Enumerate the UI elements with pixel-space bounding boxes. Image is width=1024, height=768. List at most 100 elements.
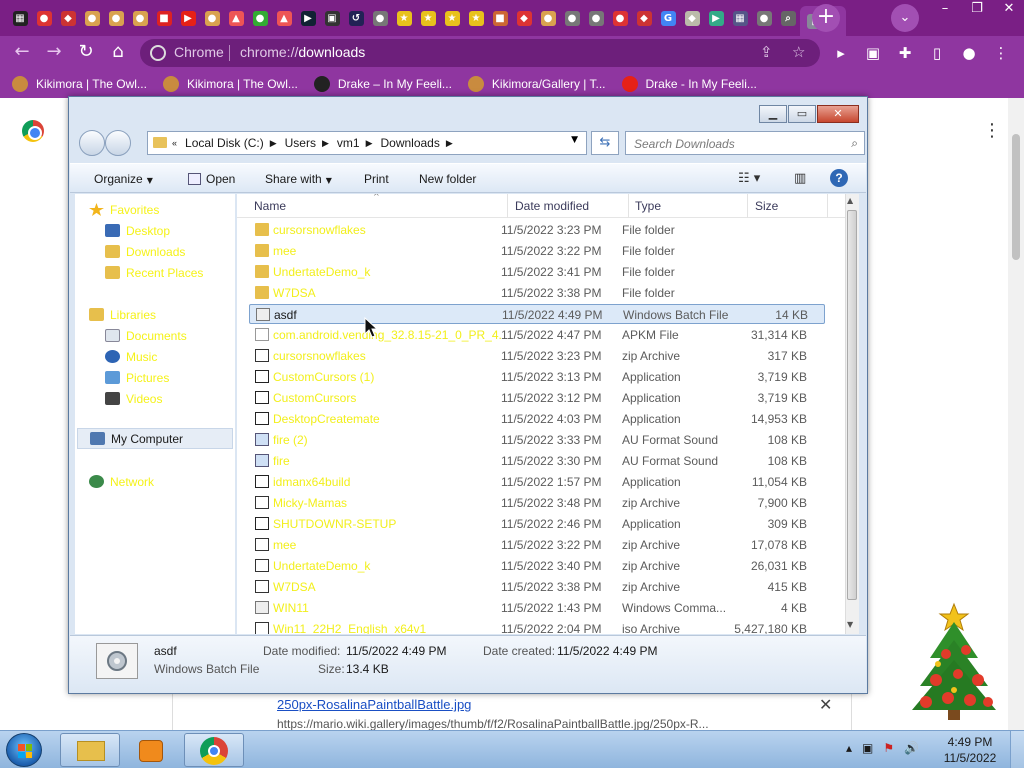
extension-cursor-icon[interactable]: ▸	[830, 42, 852, 64]
browser-tab[interactable]: ▲	[224, 6, 248, 30]
address-bar[interactable]: Chrome chrome://downloads ⇪ ☆	[140, 39, 820, 67]
nav-network[interactable]: Network	[89, 471, 154, 492]
file-row[interactable]: DesktopCreatemate 11/5/2022 4:03 PM Applic…	[249, 409, 825, 429]
explorer-address-bar[interactable]: « Local Disk (C:) ▶ Users ▶ vm1 ▶ Downloads ▶ ▼	[147, 131, 587, 155]
browser-tab[interactable]: ◆	[632, 6, 656, 30]
bookmark-item[interactable]: Kikimora | The Owl...	[162, 76, 298, 92]
browser-tab[interactable]: ●	[560, 6, 584, 30]
bookmark-item[interactable]: Kikimora/Gallery | T...	[467, 76, 606, 92]
extension-image-icon[interactable]: ▣	[862, 42, 884, 64]
flag-tray-icon[interactable]: ⚑	[883, 741, 894, 755]
browser-tab[interactable]: ●	[536, 6, 560, 30]
browser-tab[interactable]: ●	[752, 6, 776, 30]
file-row[interactable]: UndertateDemo_k 11/5/2022 3:41 PM File fol…	[249, 262, 825, 282]
download-file-link[interactable]: 250px-RosalinaPaintballBattle.jpg	[277, 697, 471, 712]
browser-tab[interactable]: ⌕	[776, 6, 800, 30]
file-row[interactable]: WIN11 11/5/2022 1:43 PM Windows Comma... 4 …	[249, 598, 825, 618]
nav-music[interactable]: Music	[105, 346, 157, 367]
volume-icon[interactable]: 🔊	[904, 741, 919, 755]
file-row[interactable]: cursorsnowflakes 11/5/2022 3:23 PM zip Arc…	[249, 346, 825, 366]
browser-tab[interactable]: ↺	[344, 6, 368, 30]
browser-tab[interactable]: ▶	[296, 6, 320, 30]
bookmark-star-icon[interactable]: ☆	[792, 43, 805, 61]
file-row[interactable]: idmanx64build 11/5/2022 1:57 PM Applicatio…	[249, 472, 825, 492]
file-row[interactable]: fire 11/5/2022 3:30 PM AU Format Sound 108 …	[249, 451, 825, 471]
browser-tab[interactable]: ▦	[8, 6, 32, 30]
page-scroll-thumb[interactable]	[1012, 134, 1020, 260]
file-row[interactable]: CustomCursors 11/5/2022 3:12 PM Applicatio…	[249, 388, 825, 408]
back-icon[interactable]: ←	[10, 41, 34, 65]
address-dropdown-icon[interactable]: ▼	[571, 135, 578, 145]
taskbar-chrome[interactable]	[184, 733, 244, 767]
browser-tab[interactable]: ■	[152, 6, 176, 30]
side-panel-icon[interactable]: ▯	[926, 42, 948, 64]
remove-download-icon[interactable]: ✕	[819, 695, 832, 714]
taskbar-explorer[interactable]	[60, 733, 120, 767]
tab-search-button[interactable]: ⌄	[891, 4, 919, 32]
column-name[interactable]: Name	[254, 199, 286, 213]
bookmark-item[interactable]: Drake - In My Feeli...	[621, 76, 757, 92]
browser-tab[interactable]: G	[656, 6, 680, 30]
file-list-scroll-thumb[interactable]	[847, 210, 857, 600]
column-divider[interactable]	[827, 194, 828, 218]
breadcrumb-item[interactable]: Downloads	[380, 136, 439, 151]
profile-avatar-icon[interactable]: ●	[958, 42, 980, 64]
file-row[interactable]: CustomCursors (1) 11/5/2022 3:13 PM Applic…	[249, 367, 825, 387]
column-divider[interactable]	[507, 194, 508, 218]
browser-tab[interactable]: ◆	[56, 6, 80, 30]
preview-pane-icon[interactable]: ▥	[794, 171, 806, 186]
browser-tab[interactable]: ●	[248, 6, 272, 30]
column-divider[interactable]	[747, 194, 748, 218]
browser-tab[interactable]: ★	[416, 6, 440, 30]
search-input[interactable]: Search Downloads ⌕	[625, 131, 865, 155]
file-row[interactable]: Win11_22H2_English_x64v1 11/5/2022 2:04 P…	[249, 619, 825, 634]
browser-tab[interactable]: ★	[464, 6, 488, 30]
breadcrumb-chevron-icon[interactable]: ▶	[366, 136, 373, 151]
network-tray-icon[interactable]: ▣	[862, 741, 873, 755]
search-icon[interactable]: ⌕	[851, 136, 858, 151]
browser-tab[interactable]: ▣	[320, 6, 344, 30]
browser-tab[interactable]: ▶	[704, 6, 728, 30]
chrome-menu-icon[interactable]: ⋮	[990, 42, 1012, 64]
file-row[interactable]: UndertateDemo_k 11/5/2022 3:40 PM zip Arch…	[249, 556, 825, 576]
scroll-down-icon[interactable]: ▼	[847, 620, 853, 629]
nav-pictures[interactable]: Pictures	[105, 367, 169, 388]
bookmark-item[interactable]: Drake – In My Feeli...	[313, 76, 452, 92]
file-row[interactable]: cursorsnowflakes 11/5/2022 3:23 PM File fo…	[249, 220, 825, 240]
breadcrumb-item[interactable]: vm1	[337, 136, 360, 151]
nav-favorites[interactable]: Favorites	[89, 199, 159, 220]
explorer-minimize-button[interactable]: ▁	[759, 105, 787, 123]
browser-tab[interactable]: ◆	[512, 6, 536, 30]
help-icon[interactable]: ?	[830, 169, 848, 187]
print-button[interactable]: Print	[364, 172, 389, 186]
browser-tab[interactable]: ▦	[728, 6, 752, 30]
organize-button[interactable]: Organize ▼	[94, 172, 153, 186]
browser-tab[interactable]: ●	[584, 6, 608, 30]
file-row[interactable]: com.android.vending_32.8.15-21_0_PR_4...…	[249, 325, 825, 345]
taskbar-media-player[interactable]	[122, 733, 182, 767]
restore-icon[interactable]: ❐	[960, 0, 994, 20]
browser-tab[interactable]: ●	[200, 6, 224, 30]
scroll-up-icon[interactable]: ▲	[847, 196, 853, 205]
breadcrumb-item[interactable]: Users	[285, 136, 316, 151]
browser-tab[interactable]: ▶	[176, 6, 200, 30]
browser-tab[interactable]: ★	[392, 6, 416, 30]
new-folder-button[interactable]: New folder	[419, 172, 476, 186]
refresh-icon[interactable]: ⇆	[591, 131, 619, 155]
share-with-button[interactable]: Share with ▼	[265, 172, 332, 186]
explorer-close-button[interactable]: ✕	[817, 105, 859, 123]
breadcrumb-item[interactable]: Local Disk (C:)	[185, 136, 264, 151]
home-icon[interactable]: ⌂	[106, 41, 130, 65]
extensions-puzzle-icon[interactable]: ✚	[894, 42, 916, 64]
breadcrumb-chevron-icon[interactable]: ▶	[446, 136, 453, 151]
tray-expand-icon[interactable]: ▴	[846, 741, 852, 755]
file-row[interactable]: W7DSA 11/5/2022 3:38 PM zip Archive 415 KB	[249, 577, 825, 597]
column-divider[interactable]	[628, 194, 629, 218]
browser-tab[interactable]: ●	[368, 6, 392, 30]
minimize-icon[interactable]: –	[928, 0, 962, 20]
file-row[interactable]: fire (2) 11/5/2022 3:33 PM AU Format Sound…	[249, 430, 825, 450]
explorer-back-button[interactable]	[79, 130, 105, 156]
share-icon[interactable]: ⇪	[760, 43, 773, 61]
download-source-url[interactable]: https://mario.wiki.gallery/images/thumb/…	[277, 717, 757, 731]
start-button[interactable]	[6, 733, 42, 767]
